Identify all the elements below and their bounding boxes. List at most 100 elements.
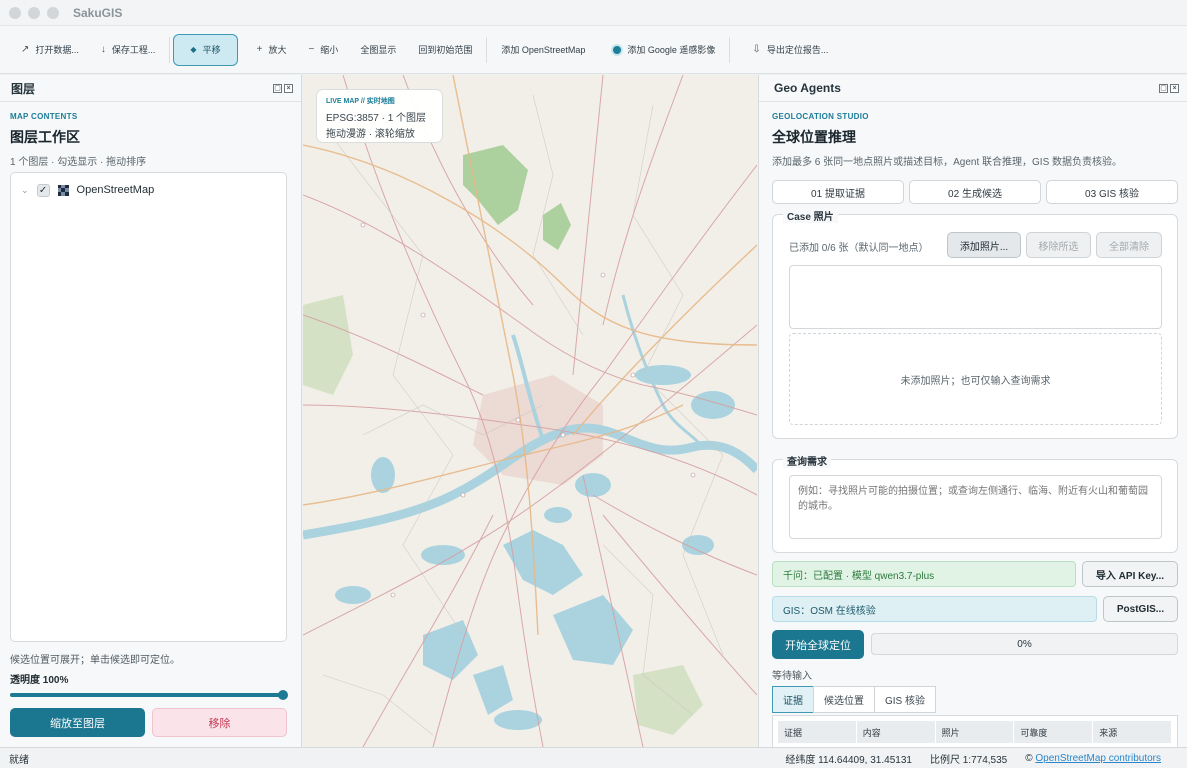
open-data-button[interactable]: ↗ 打开数据... bbox=[10, 34, 90, 66]
main-toolbar: ↗ 打开数据... ↓ 保存工程... ◆ 平移 + 放大 − 缩小 全图显示 … bbox=[0, 26, 1187, 74]
scale-readout: 比例尺 1:774,535 bbox=[929, 754, 1008, 766]
photo-thumbnail-list[interactable] bbox=[789, 265, 1162, 329]
remove-layer-button[interactable]: 移除 bbox=[152, 708, 287, 737]
start-locate-button[interactable]: 开始全球定位 bbox=[772, 630, 864, 659]
layer-workspace-heading: 图层工作区 bbox=[10, 129, 80, 145]
layer-visibility-checkbox[interactable]: ✓ bbox=[36, 183, 50, 197]
opacity-slider-thumb[interactable] bbox=[278, 690, 288, 700]
float-panel-icon[interactable]: ▢ bbox=[1159, 83, 1168, 93]
layers-panel: 图层 ▢ × MAP CONTENTS 图层工作区 1 个图层 · 勾选显示 ·… bbox=[0, 75, 302, 747]
progress-bar: 0% bbox=[871, 633, 1178, 655]
toolbar-divider bbox=[729, 36, 731, 63]
pan-diamond-icon: ◆ bbox=[190, 45, 197, 54]
column-header[interactable]: 照片 bbox=[935, 721, 1015, 743]
column-header[interactable]: 来源 bbox=[1093, 721, 1172, 743]
map-canvas[interactable]: LIVE MAP // 实时地图 EPSG:3857 · 1 个图层 拖动漫游 … bbox=[303, 75, 757, 747]
layers-panel-header: 图层 ▢ × bbox=[0, 75, 301, 102]
status-bar: 就绪 经纬度 114.64409, 31.45131 比例尺 1:774,535… bbox=[0, 747, 1187, 768]
export-report-label: 导出定位报告... bbox=[766, 45, 829, 55]
crs-info: EPSG:3857 · 1 个图层 bbox=[326, 113, 427, 124]
add-osm-label: 添加 OpenStreetMap bbox=[501, 45, 586, 55]
column-header[interactable]: 内容 bbox=[856, 721, 936, 743]
geo-agents-panel-header: Geo Agents ▢ × bbox=[759, 75, 1187, 102]
open-data-label: 打开数据... bbox=[35, 45, 79, 55]
photo-drop-zone[interactable]: 未添加照片；也可仅输入查询需求 bbox=[789, 333, 1162, 425]
map-contents-eyebrow: MAP CONTENTS bbox=[10, 112, 78, 121]
step-extract-evidence[interactable]: 01 提取证据 bbox=[772, 180, 904, 204]
osm-attribution-link[interactable]: OpenStreetMap contributors bbox=[1035, 753, 1161, 764]
download-icon: ⇩ bbox=[752, 44, 761, 55]
close-panel-icon[interactable]: × bbox=[284, 83, 293, 93]
photo-empty-text: 未添加照片；也可仅输入查询需求 bbox=[900, 375, 1051, 387]
zoom-out-button[interactable]: − 缩小 bbox=[297, 34, 349, 66]
photo-count: 已添加 0/6 张（默认同一地点） bbox=[789, 243, 929, 254]
panel-window-controls: ▢ × bbox=[1159, 83, 1179, 93]
qwen-status: 千问：已配置 · 模型 qwen3.7-plus bbox=[772, 561, 1076, 587]
app-title: SakuGIS bbox=[73, 5, 123, 20]
tab-gis-verify[interactable]: GIS 核验 bbox=[874, 686, 937, 713]
case-photos-title: Case 照片 bbox=[783, 208, 838, 223]
global-location-heading: 全球位置推理 bbox=[772, 129, 856, 145]
minus-icon: − bbox=[308, 44, 315, 55]
arrow-up-right-icon: ↗ bbox=[21, 44, 30, 55]
close-window-button[interactable] bbox=[9, 6, 21, 19]
chevron-down-icon[interactable]: ⌄ bbox=[21, 185, 29, 196]
coordinate-readout: 经纬度 114.64409, 31.45131 bbox=[785, 754, 912, 766]
initial-extent-label: 回到初始范围 bbox=[418, 45, 473, 55]
layer-summary: 1 个图层 · 勾选显示 · 拖动排序 bbox=[10, 157, 147, 168]
tab-candidates[interactable]: 候选位置 bbox=[813, 686, 875, 713]
window-controls bbox=[9, 6, 59, 19]
title-bar: SakuGIS bbox=[0, 0, 1187, 26]
step-generate-candidates[interactable]: 02 生成候选 bbox=[909, 180, 1041, 204]
panel-window-controls: ▢ × bbox=[273, 83, 293, 93]
opacity-label: 透明度 100% bbox=[10, 675, 69, 686]
toolbar-divider bbox=[169, 36, 171, 63]
save-project-label: 保存工程... bbox=[111, 45, 156, 55]
minimize-window-button[interactable] bbox=[28, 6, 40, 19]
zoom-to-layer-button[interactable]: 缩放至图层 bbox=[10, 708, 145, 737]
add-google-button[interactable]: 添加 Google 遥感影像 bbox=[602, 34, 726, 66]
export-report-button[interactable]: ⇩ 导出定位报告... bbox=[741, 34, 839, 66]
satellite-dot-icon bbox=[613, 45, 622, 54]
result-tabs: 证据 候选位置 GIS 核验 bbox=[772, 686, 937, 713]
zoom-in-label: 放大 bbox=[268, 45, 287, 55]
column-header[interactable]: 证据 bbox=[778, 721, 857, 743]
add-photo-button[interactable]: 添加照片... bbox=[947, 232, 1021, 258]
gis-status: GIS：OSM 在线核验 bbox=[772, 596, 1097, 622]
step-gis-verify[interactable]: 03 GIS 核验 bbox=[1046, 180, 1178, 204]
full-extent-label: 全图显示 bbox=[360, 45, 397, 55]
clear-all-button[interactable]: 全部清除 bbox=[1096, 232, 1162, 258]
full-extent-button[interactable]: 全图显示 bbox=[349, 34, 407, 66]
pan-tool-button[interactable]: ◆ 平移 bbox=[173, 33, 238, 66]
zoom-in-button[interactable]: + 放大 bbox=[246, 34, 298, 66]
opacity-slider[interactable] bbox=[10, 690, 288, 700]
interaction-hint: 拖动漫游 · 滚轮缩放 bbox=[326, 129, 415, 140]
save-project-button[interactable]: ↓ 保存工程... bbox=[90, 34, 167, 66]
layer-item-openstreetmap[interactable]: ⌄ ✓ OpenStreetMap bbox=[11, 176, 286, 204]
add-google-label: 添加 Google 遥感影像 bbox=[627, 45, 716, 55]
postgis-button[interactable]: PostGIS... bbox=[1103, 596, 1178, 622]
query-title: 查询需求 bbox=[783, 453, 831, 468]
query-input[interactable] bbox=[789, 475, 1162, 539]
zoom-out-label: 缩小 bbox=[320, 45, 339, 55]
add-osm-button[interactable]: 添加 OpenStreetMap bbox=[490, 34, 596, 66]
remove-selected-button[interactable]: 移除所选 bbox=[1026, 232, 1091, 258]
float-panel-icon[interactable]: ▢ bbox=[273, 83, 282, 93]
osm-layer-icon bbox=[57, 184, 69, 196]
layer-name: OpenStreetMap bbox=[76, 184, 155, 196]
initial-extent-button[interactable]: 回到初始范围 bbox=[407, 34, 483, 66]
attribution: © OpenStreetMap contributors bbox=[1025, 753, 1161, 764]
live-map-eyebrow: LIVE MAP // 实时地图 bbox=[326, 98, 395, 105]
column-header[interactable]: 可靠度 bbox=[1014, 721, 1094, 743]
layer-list: ⌄ ✓ OpenStreetMap bbox=[10, 172, 287, 642]
arrow-down-icon: ↓ bbox=[100, 44, 106, 55]
close-panel-icon[interactable]: × bbox=[1170, 83, 1179, 93]
layers-panel-title: 图层 bbox=[11, 81, 36, 96]
geo-agents-body: GEOLOCATION STUDIO 全球位置推理 添加最多 6 张同一地点照片… bbox=[772, 112, 1178, 204]
evidence-table: 证据 内容 照片 可靠度 来源 bbox=[772, 715, 1178, 747]
candidate-hint: 候选位置可展开；单击候选即可定位。 bbox=[10, 655, 180, 666]
live-map-card: LIVE MAP // 实时地图 EPSG:3857 · 1 个图层 拖动漫游 … bbox=[316, 89, 443, 143]
maximize-window-button[interactable] bbox=[47, 6, 59, 19]
import-api-key-button[interactable]: 导入 API Key... bbox=[1082, 561, 1178, 587]
tab-evidence[interactable]: 证据 bbox=[772, 686, 814, 713]
